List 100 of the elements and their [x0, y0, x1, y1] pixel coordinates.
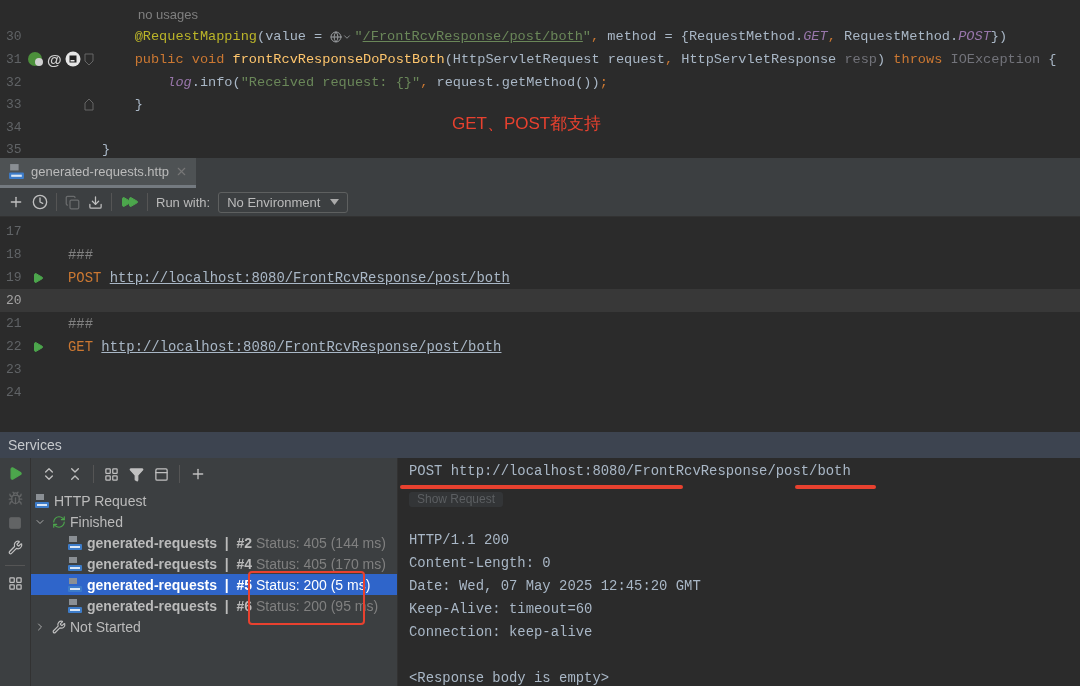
- code-token: IOException: [950, 52, 1041, 67]
- line-number: 24: [5, 385, 23, 400]
- response-header: Keep-Alive: timeout=60: [409, 600, 594, 619]
- line-number: 19: [5, 270, 23, 285]
- code-token: POST: [68, 269, 103, 286]
- fold-marker-icon[interactable]: [84, 53, 94, 66]
- code-token: method = {RequestMethod.: [607, 29, 804, 45]
- node-label: HTTP Request: [54, 492, 147, 509]
- response-header: Content-Length: 0: [409, 554, 552, 573]
- environment-dropdown[interactable]: No Environment: [218, 191, 349, 213]
- panel-title: Services: [0, 432, 1080, 458]
- layout-icon[interactable]: [7, 576, 23, 591]
- add-icon[interactable]: [8, 194, 24, 210]
- at-symbol[interactable]: @: [47, 51, 62, 68]
- wrench-icon: [52, 619, 66, 634]
- line-number: 23: [5, 362, 23, 377]
- code-token: (HttpServletRequest request: [444, 52, 665, 67]
- code-token: http://localhost:8080/FrontRcvResponse/post/both: [101, 338, 502, 355]
- code-token: request.getMethod()): [436, 74, 600, 90]
- new-tab-icon[interactable]: [154, 466, 169, 482]
- code-token: GET: [68, 338, 94, 355]
- line-number: 31: [5, 52, 23, 67]
- line-number: 21: [5, 316, 23, 331]
- code-token: http://localhost:8080/FrontRcvResponse/post/both: [109, 269, 510, 286]
- node-label: generated-requests | #2: [87, 534, 252, 551]
- line-number: 34: [5, 119, 23, 135]
- code-token: public void: [133, 52, 226, 67]
- code-token: POST: [958, 29, 991, 45]
- request-line: POST http://localhost:8080/FrontRcvResponse/post/both: [409, 462, 852, 481]
- code-token: log: [166, 74, 192, 90]
- line-number: 33: [5, 97, 23, 113]
- code-token: HttpServletResponse: [681, 52, 838, 67]
- response-header: HTTP/1.1 200: [409, 531, 511, 550]
- caret-icon: [330, 199, 340, 205]
- run-all-icon[interactable]: [120, 196, 139, 208]
- code-token: }: [133, 97, 143, 113]
- api-file-icon: [67, 555, 83, 572]
- code-token: ;: [599, 74, 608, 90]
- code-token: ,: [420, 74, 430, 90]
- code-token: ": [582, 29, 592, 45]
- code-token: .info(: [191, 74, 241, 90]
- code-token: frontRcvResponseDoPostBoth: [232, 52, 445, 67]
- tab-label: generated-requests.http: [31, 164, 170, 179]
- run-with-label: Run with:: [156, 194, 211, 210]
- request-row[interactable]: generated-requests | #4 Status: 405 (170 ms): [31, 553, 397, 574]
- code-token: /FrontRcvResponse/post/both: [362, 29, 583, 45]
- code-token: ": [354, 29, 363, 45]
- api-file-icon: [8, 163, 25, 180]
- line-number: 18: [5, 247, 23, 262]
- code-token: }): [990, 29, 1008, 45]
- node-label: Not Started: [70, 618, 141, 635]
- request-row[interactable]: generated-requests | #2 Status: 405 (144 ms): [31, 532, 397, 553]
- add-icon[interactable]: [190, 466, 206, 482]
- clock-icon[interactable]: [32, 194, 48, 210]
- code-token: ,: [827, 29, 837, 45]
- run-icon[interactable]: [32, 271, 44, 284]
- usage-hint: no usages: [138, 6, 198, 22]
- wrench-icon[interactable]: [7, 540, 23, 555]
- api-file-icon: [67, 597, 83, 614]
- tree-item[interactable]: HTTP Request: [31, 490, 397, 511]
- line-number: 32: [5, 74, 23, 90]
- response-body: <Response body is empty>: [409, 669, 611, 686]
- api-file-icon: [67, 534, 83, 551]
- code-token: }: [102, 142, 111, 158]
- code-token: ,: [664, 52, 675, 67]
- response-header: Connection: keep-alive: [409, 623, 594, 642]
- refresh-icon: [52, 514, 66, 529]
- code-token: ): [877, 52, 887, 67]
- code-token: "Received request: {}": [240, 74, 421, 90]
- code-token: @RequestMapping: [133, 29, 257, 45]
- line-number: 35: [5, 142, 23, 158]
- node-label: Finished: [70, 513, 123, 530]
- code-token: ###: [68, 246, 93, 263]
- run-icon[interactable]: [7, 466, 23, 481]
- status-text: Status: 405 (170 ms): [256, 555, 386, 572]
- code-token: ,: [591, 29, 601, 45]
- code-token: ###: [68, 315, 93, 332]
- annotation-text: GET、POST都支持: [452, 113, 602, 135]
- code-token: (value =: [257, 29, 324, 45]
- code-token: throws: [893, 52, 944, 67]
- fold-marker-icon[interactable]: [84, 98, 94, 112]
- code-token: RequestMethod.: [843, 29, 959, 45]
- line-number: 30: [5, 29, 23, 45]
- line-number: 20: [5, 293, 23, 308]
- tree-item[interactable]: Not Started: [31, 616, 397, 637]
- tree-item[interactable]: Finished: [31, 511, 397, 532]
- code-token: GET: [803, 29, 828, 45]
- group-icon[interactable]: [104, 466, 119, 482]
- response-header: Date: Wed, 07 May 2025 12:45:20 GMT: [409, 577, 702, 596]
- node-label: generated-requests | #4: [87, 555, 252, 572]
- terminal-icon[interactable]: [64, 51, 81, 68]
- import-arrow-icon[interactable]: [88, 194, 103, 210]
- globe-icon[interactable]: [330, 30, 353, 43]
- filter-icon[interactable]: [129, 466, 144, 482]
- file-tab[interactable]: generated-requests.http: [0, 158, 197, 188]
- api-file-icon: [67, 576, 83, 593]
- line-number: 22: [5, 339, 23, 354]
- api-file-icon: [34, 492, 50, 509]
- line-number: 17: [5, 224, 23, 239]
- run-icon[interactable]: [32, 340, 44, 353]
